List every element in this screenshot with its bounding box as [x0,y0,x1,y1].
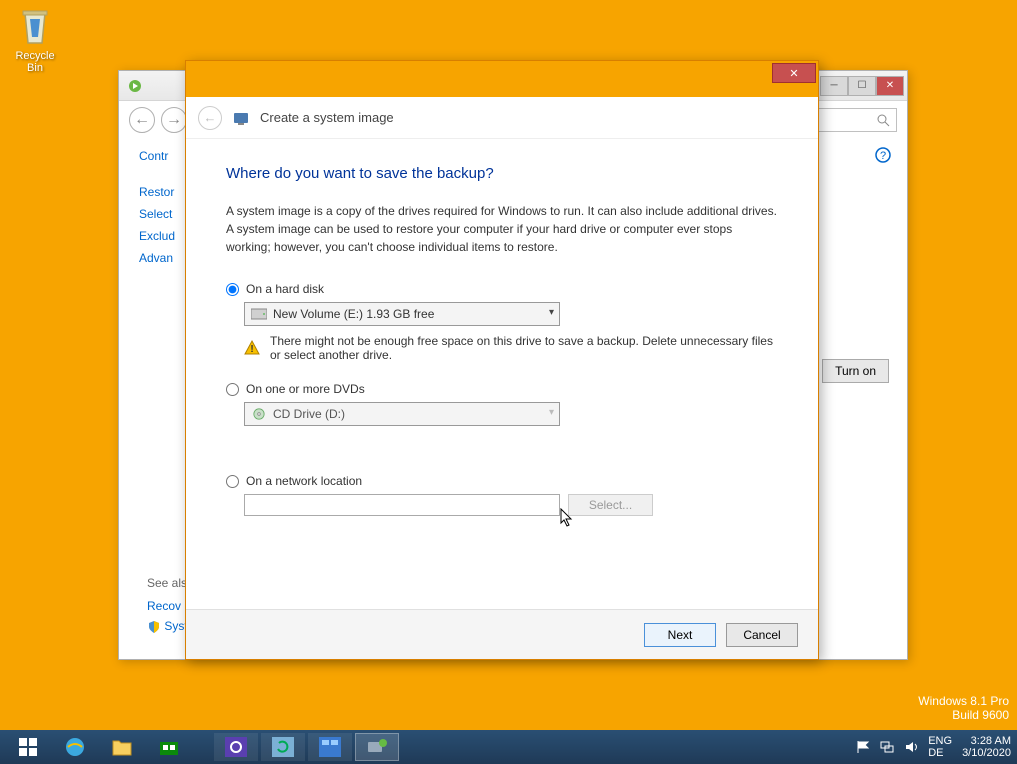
taskbar-store[interactable] [147,733,191,761]
watermark-line2: Build 9600 [918,708,1009,722]
shield-icon [147,620,161,634]
network-option-group: On a network location Select... [226,474,778,516]
taskbar-control-panel[interactable] [308,733,352,761]
warning-icon: ! [244,334,260,362]
wizard-heading: Where do you want to save the backup? [226,165,778,182]
wizard-back-button[interactable]: ← [198,106,222,130]
dvd-select[interactable]: CD Drive (D:) ▾ [244,402,560,426]
hard-disk-radio-input[interactable] [226,283,239,296]
hard-disk-option-group: On a hard disk New Volume (E:) 1.93 GB f… [226,282,778,362]
taskbar[interactable]: ENG DE 3:28 AM 3/10/2020 [0,730,1017,764]
taskbar-system-image[interactable] [355,733,399,761]
dvd-radio[interactable]: On one or more DVDs [226,382,778,396]
warning-text: There might not be enough free space on … [270,334,778,362]
system-tray[interactable]: ENG DE 3:28 AM 3/10/2020 [856,735,1011,759]
watermark-line1: Windows 8.1 Pro [918,694,1009,708]
drive-icon [251,308,267,320]
maximize-button[interactable]: ☐ [848,76,876,96]
recycle-bin-icon [15,7,55,47]
search-icon [876,113,890,127]
taskbar-ie[interactable] [53,733,97,761]
chevron-down-icon: ▾ [549,307,554,318]
network-path-input[interactable] [244,494,560,516]
start-button[interactable] [6,733,50,761]
wizard-titlebar[interactable]: ✕ [186,61,818,97]
wizard-description: A system image is a copy of the drives r… [226,202,778,256]
wizard-footer: Next Cancel [186,609,818,659]
file-history-icon [127,78,143,94]
ie-icon [64,736,86,758]
nav-forward-button[interactable]: → [161,107,187,133]
network-select-button: Select... [568,494,653,516]
svg-text:!: ! [250,344,253,355]
system-image-icon [232,109,250,127]
gear-icon [225,737,247,757]
recycle-bin[interactable]: Recycle Bin [10,7,60,74]
control-panel-icon [319,737,341,757]
wizard-header: ← Create a system image [186,97,818,139]
hard-disk-radio[interactable]: On a hard disk [226,282,778,296]
dvd-radio-input[interactable] [226,383,239,396]
system-image-task-icon [366,737,388,757]
chevron-down-icon: ▾ [549,407,554,418]
hard-disk-label: On a hard disk [246,282,324,296]
network-radio-input[interactable] [226,475,239,488]
hard-disk-value: New Volume (E:) 1.93 GB free [273,307,434,321]
sync-icon [272,737,294,757]
taskbar-settings[interactable] [214,733,258,761]
wizard-title-text: Create a system image [260,110,394,125]
clock[interactable]: 3:28 AM 3/10/2020 [962,735,1011,759]
dvd-label: On one or more DVDs [246,382,365,396]
language-indicator[interactable]: ENG DE [928,735,952,759]
taskbar-explorer[interactable] [100,733,144,761]
create-system-image-wizard: ✕ ← Create a system image Where do you w… [185,60,819,660]
folder-icon [111,737,133,757]
volume-icon[interactable] [904,740,918,754]
recycle-bin-label: Recycle Bin [15,50,54,74]
windows-watermark: Windows 8.1 Pro Build 9600 [918,694,1009,722]
turn-on-button[interactable]: Turn on [822,359,889,383]
svg-text:?: ? [880,150,886,162]
network-label: On a network location [246,474,362,488]
wizard-content: Where do you want to save the backup? A … [186,139,818,516]
wizard-close-button[interactable]: ✕ [772,63,816,83]
dvd-value: CD Drive (D:) [273,407,345,421]
taskbar-backup[interactable] [261,733,305,761]
help-icon[interactable]: ? [875,147,891,166]
nav-back-button[interactable]: ← [129,107,155,133]
close-button[interactable]: ✕ [876,76,904,96]
dvd-option-group: On one or more DVDs CD Drive (D:) ▾ [226,382,778,426]
hard-disk-select[interactable]: New Volume (E:) 1.93 GB free ▾ [244,302,560,326]
flag-icon[interactable] [856,740,870,754]
cancel-button[interactable]: Cancel [726,623,798,647]
warning-row: ! There might not be enough free space o… [244,334,778,362]
minimize-button[interactable]: ─ [820,76,848,96]
network-icon[interactable] [880,740,894,754]
disc-icon [251,408,267,420]
network-radio[interactable]: On a network location [226,474,778,488]
next-button[interactable]: Next [644,623,716,647]
store-icon [158,737,180,757]
